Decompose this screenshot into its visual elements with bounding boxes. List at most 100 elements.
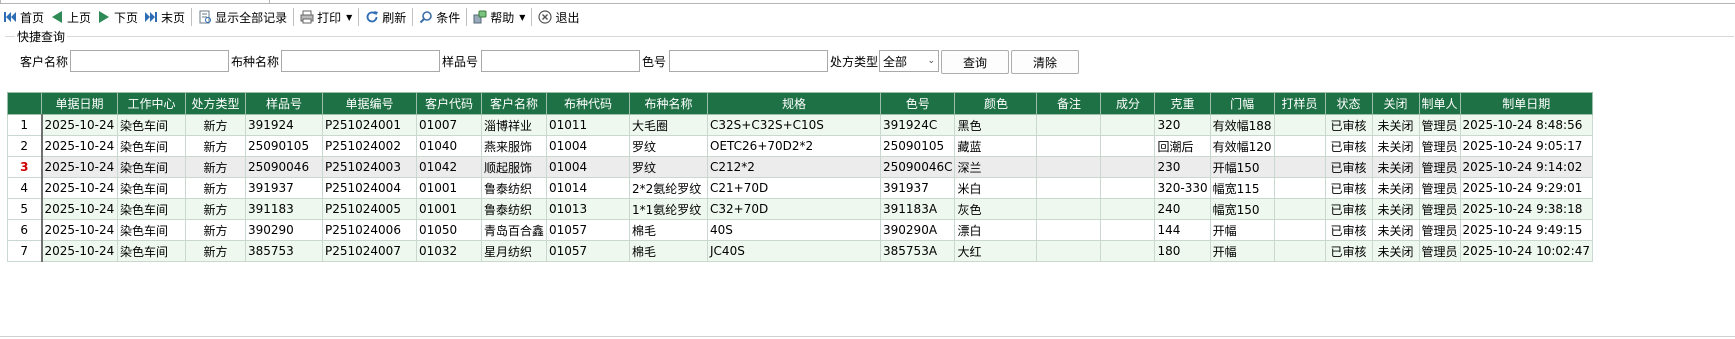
column-header[interactable]: 客户代码 bbox=[416, 92, 482, 115]
table-cell[interactable] bbox=[1100, 219, 1156, 241]
table-cell[interactable]: 2025-10-24 bbox=[41, 219, 118, 241]
column-header[interactable]: 门幅 bbox=[1209, 92, 1275, 115]
table-cell[interactable]: 1*1氨纶罗纹 bbox=[629, 198, 709, 220]
table-cell[interactable]: 染色车间 bbox=[117, 114, 186, 136]
table-cell[interactable]: C32+70D bbox=[707, 198, 882, 220]
table-cell[interactable]: C212*2 bbox=[707, 156, 882, 178]
table-cell[interactable]: 01013 bbox=[546, 198, 631, 220]
table-cell[interactable]: 已审核 bbox=[1324, 198, 1373, 220]
table-cell[interactable] bbox=[1273, 114, 1326, 136]
table-cell[interactable]: 漂白 bbox=[954, 219, 1038, 241]
table-cell[interactable]: C21+70D bbox=[707, 177, 882, 199]
table-cell[interactable]: 320-330 bbox=[1154, 177, 1211, 199]
column-header[interactable]: 颜色 bbox=[954, 92, 1038, 115]
table-cell[interactable]: 未关闭 bbox=[1371, 198, 1420, 220]
table-cell[interactable] bbox=[1100, 240, 1156, 262]
table-cell[interactable]: 鲁泰纺织 bbox=[480, 198, 548, 220]
table-cell[interactable] bbox=[1100, 156, 1156, 178]
column-header[interactable]: 样品号 bbox=[245, 92, 323, 115]
table-cell[interactable]: P251024006 bbox=[322, 219, 417, 241]
table-cell[interactable] bbox=[1100, 198, 1156, 220]
chevron-down-icon[interactable]: ▼ bbox=[346, 13, 352, 22]
table-cell[interactable]: 01050 bbox=[416, 219, 482, 241]
table-cell[interactable] bbox=[1100, 135, 1156, 157]
table-cell[interactable]: 管理员 bbox=[1418, 198, 1461, 220]
table-cell[interactable]: 管理员 bbox=[1418, 156, 1461, 178]
table-cell[interactable]: 180 bbox=[1154, 240, 1211, 262]
table-cell[interactable]: 有效幅120 bbox=[1209, 135, 1275, 157]
table-cell[interactable]: 2025-10-24 8:48:56 bbox=[1459, 114, 1594, 136]
column-header[interactable]: 状态 bbox=[1324, 92, 1373, 115]
table-cell[interactable]: 25090046C bbox=[880, 156, 956, 178]
table-cell[interactable]: 25090046 bbox=[245, 156, 323, 178]
show-all-button[interactable]: 显示全部记录 bbox=[195, 6, 290, 28]
table-cell[interactable]: 2025-10-24 bbox=[41, 114, 118, 136]
row-number[interactable]: 4 bbox=[7, 177, 43, 199]
column-header[interactable]: 处方类型 bbox=[185, 92, 246, 115]
column-header[interactable]: 单据日期 bbox=[41, 92, 118, 115]
table-cell[interactable]: 2025-10-24 bbox=[41, 240, 118, 262]
column-header[interactable]: 客户名称 bbox=[480, 92, 548, 115]
table-cell[interactable]: 已审核 bbox=[1324, 135, 1373, 157]
table-cell[interactable]: 01032 bbox=[416, 240, 482, 262]
table-cell[interactable]: 391924C bbox=[880, 114, 956, 136]
table-cell[interactable]: 开幅 bbox=[1209, 240, 1275, 262]
table-cell[interactable] bbox=[1273, 198, 1326, 220]
table-cell[interactable]: 2025-10-24 bbox=[41, 135, 118, 157]
table-cell[interactable]: 2025-10-24 9:29:01 bbox=[1459, 177, 1594, 199]
table-cell[interactable]: 01057 bbox=[546, 240, 631, 262]
column-header[interactable]: 成分 bbox=[1100, 92, 1156, 115]
table-cell[interactable]: P251024004 bbox=[322, 177, 417, 199]
table-cell[interactable]: 391937 bbox=[245, 177, 323, 199]
table-cell[interactable] bbox=[1036, 198, 1102, 220]
table-cell[interactable]: 幅宽150 bbox=[1209, 198, 1275, 220]
table-cell[interactable]: 染色车间 bbox=[117, 135, 186, 157]
table-cell[interactable]: 01011 bbox=[546, 114, 631, 136]
table-cell[interactable] bbox=[1273, 156, 1326, 178]
rx-type-select[interactable]: 全部 ⌄ bbox=[879, 50, 939, 72]
row-number[interactable]: 2 bbox=[7, 135, 43, 157]
column-header[interactable]: 布种代码 bbox=[546, 92, 631, 115]
table-cell[interactable]: 2025-10-24 9:14:02 bbox=[1459, 156, 1594, 178]
table-cell[interactable]: 未关闭 bbox=[1371, 114, 1420, 136]
table-cell[interactable]: P251024003 bbox=[322, 156, 417, 178]
table-cell[interactable]: 391183A bbox=[880, 198, 956, 220]
table-cell[interactable]: 391183 bbox=[245, 198, 323, 220]
table-cell[interactable]: 01057 bbox=[546, 219, 631, 241]
row-number[interactable]: 7 bbox=[7, 240, 43, 262]
table-cell[interactable]: 未关闭 bbox=[1371, 156, 1420, 178]
table-cell[interactable]: 星月纺织 bbox=[480, 240, 548, 262]
column-header[interactable]: 克重 bbox=[1154, 92, 1211, 115]
table-cell[interactable]: 已审核 bbox=[1324, 177, 1373, 199]
table-cell[interactable]: 深兰 bbox=[954, 156, 1038, 178]
table-cell[interactable]: 罗纹 bbox=[629, 135, 709, 157]
table-cell[interactable]: 鲁泰纺织 bbox=[480, 177, 548, 199]
print-button[interactable]: 打印 ▼ bbox=[297, 6, 355, 28]
table-row[interactable]: 1 2025-10-24 染色车间 新方 391924 P251024001 01007 淄博… bbox=[7, 114, 1594, 136]
table-cell[interactable]: 2025-10-24 bbox=[41, 198, 118, 220]
table-cell[interactable]: 01001 bbox=[416, 198, 482, 220]
table-cell[interactable]: 01004 bbox=[546, 135, 631, 157]
table-cell[interactable]: 淄博祥业 bbox=[480, 114, 548, 136]
table-cell[interactable]: 2*2氨纶罗纹 bbox=[629, 177, 709, 199]
table-cell[interactable]: 青岛百合鑫 bbox=[480, 219, 548, 241]
table-cell[interactable] bbox=[1036, 240, 1102, 262]
table-cell[interactable] bbox=[1273, 240, 1326, 262]
table-cell[interactable]: 240 bbox=[1154, 198, 1211, 220]
table-cell[interactable]: 新方 bbox=[185, 177, 246, 199]
table-cell[interactable]: 390290A bbox=[880, 219, 956, 241]
table-cell[interactable]: 新方 bbox=[185, 219, 246, 241]
table-cell[interactable]: 幅宽115 bbox=[1209, 177, 1275, 199]
table-row[interactable]: 5 2025-10-24 染色车间 新方 391183 P251024005 01001 鲁泰… bbox=[7, 198, 1594, 220]
table-cell[interactable]: C32S+C32S+C10S bbox=[707, 114, 882, 136]
table-cell[interactable]: 棉毛 bbox=[629, 219, 709, 241]
table-row[interactable]: 7 2025-10-24 染色车间 新方 385753 P251024007 01032 星月… bbox=[7, 240, 1594, 262]
table-cell[interactable]: 未关闭 bbox=[1371, 240, 1420, 262]
table-row[interactable]: 2 2025-10-24 染色车间 新方 25090105 P251024002 01040… bbox=[7, 135, 1594, 157]
table-cell[interactable]: 144 bbox=[1154, 219, 1211, 241]
table-cell[interactable]: 320 bbox=[1154, 114, 1211, 136]
table-cell[interactable]: 已审核 bbox=[1324, 219, 1373, 241]
table-cell[interactable]: 新方 bbox=[185, 135, 246, 157]
table-cell[interactable]: 染色车间 bbox=[117, 219, 186, 241]
sample-no-input[interactable] bbox=[481, 50, 640, 72]
